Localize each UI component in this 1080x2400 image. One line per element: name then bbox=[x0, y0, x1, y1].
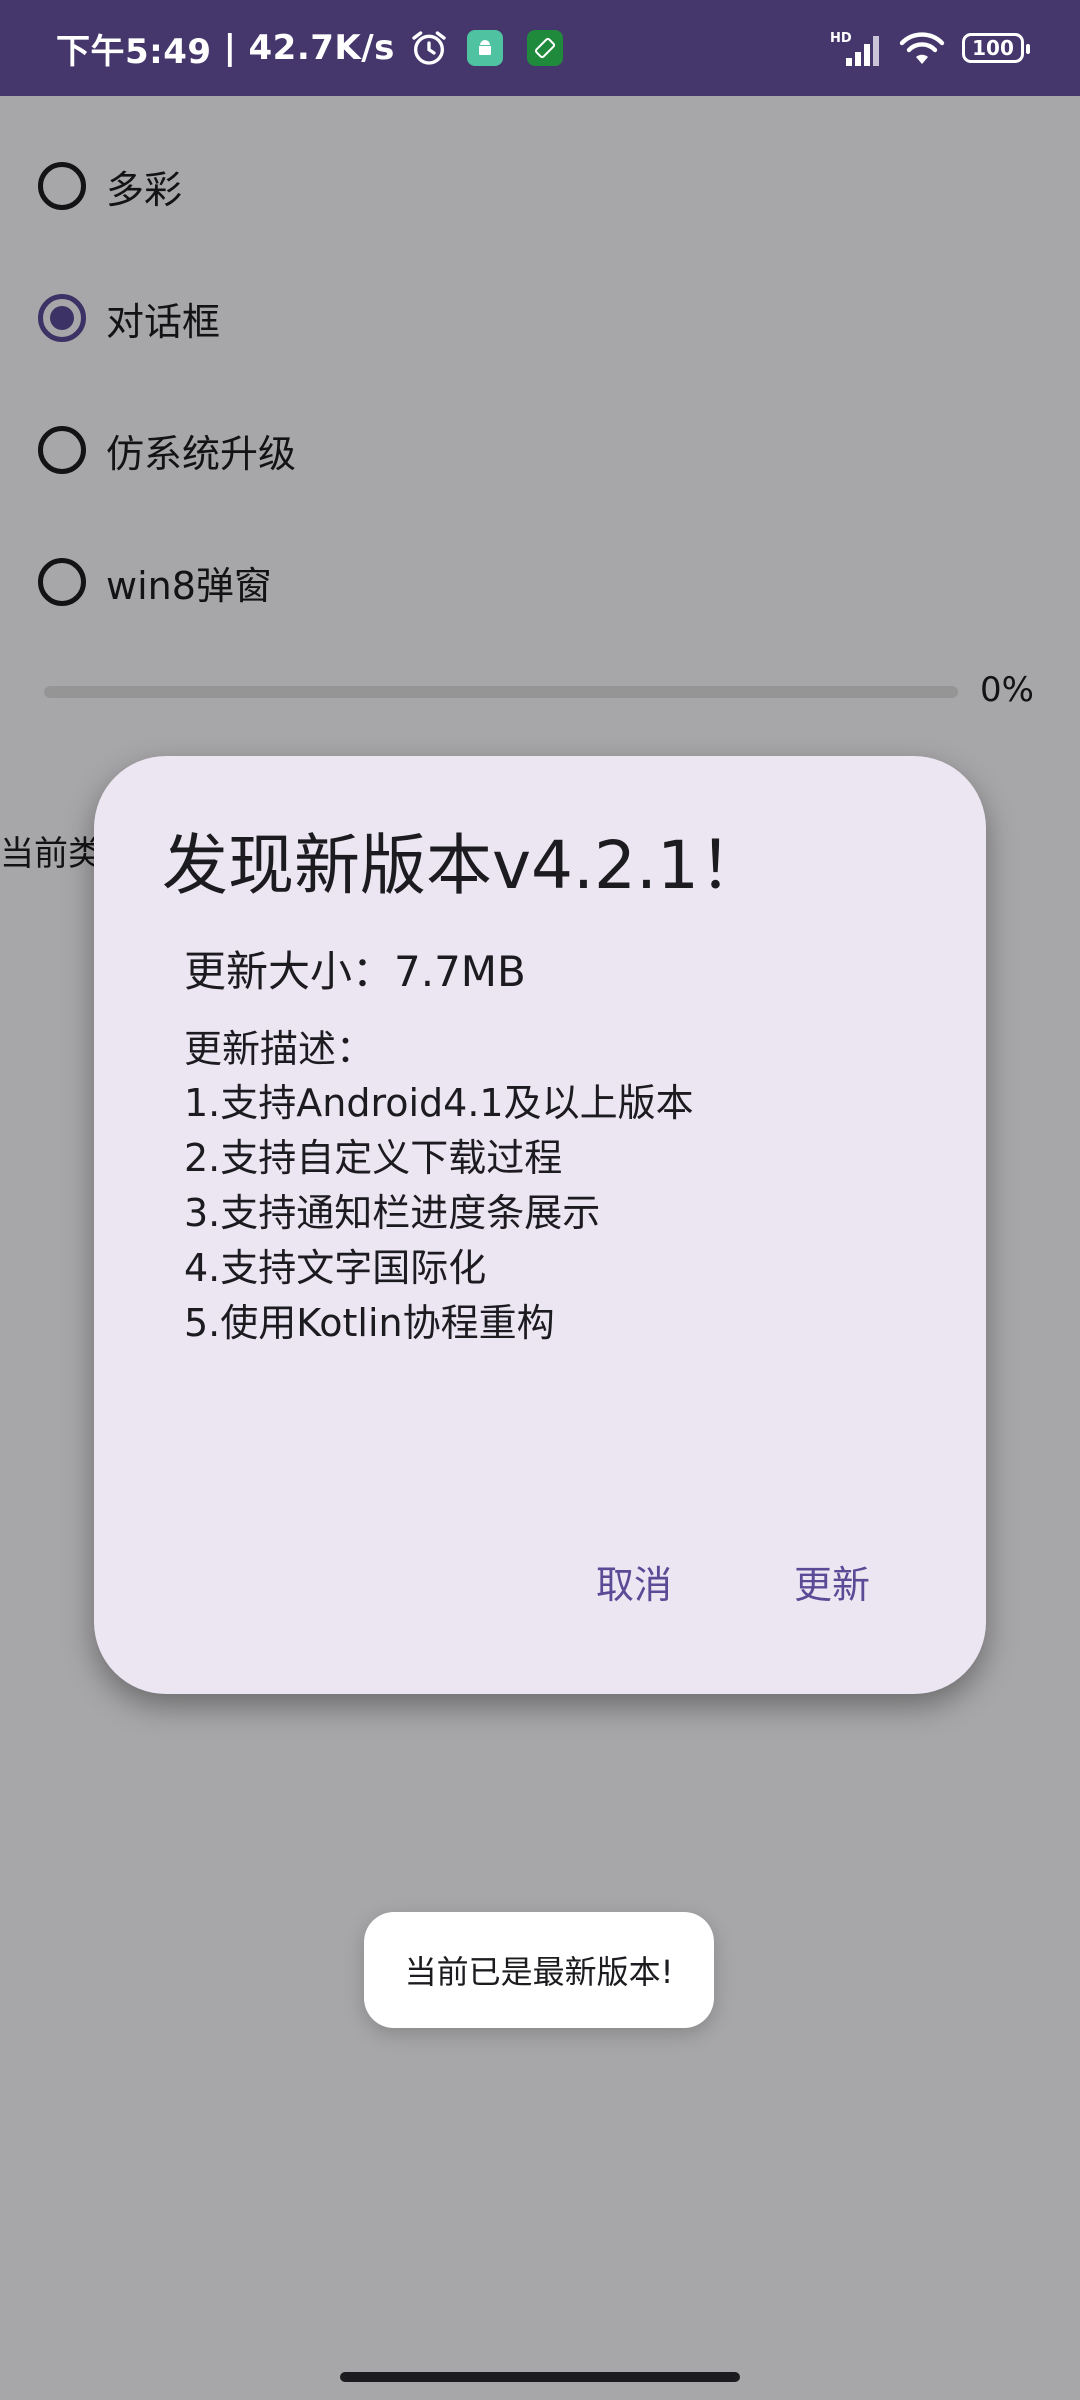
status-time: 下午5:49 bbox=[56, 31, 212, 72]
list-item: 5.使用Kotlin协程重构 bbox=[184, 1301, 555, 1345]
list-item: 2.支持自定义下载过程 bbox=[184, 1136, 563, 1180]
list-item: 3.支持通知栏进度条展示 bbox=[184, 1191, 601, 1235]
cancel-button[interactable]: 取消 bbox=[596, 1554, 672, 1609]
signal-icon: HD bbox=[830, 31, 879, 66]
status-left: 下午5:49 | 42.7K/s bbox=[56, 0, 563, 96]
battery-level: 100 bbox=[972, 36, 1014, 60]
update-description-title: 更新描述： bbox=[184, 1027, 375, 1071]
update-description-list: 1.支持Android4.1及以上版本 2.支持自定义下载过程 3.支持通知栏进… bbox=[184, 1076, 694, 1351]
update-size: 更新大小：7.7MB bbox=[184, 947, 526, 996]
status-bar: 下午5:49 | 42.7K/s HD 100 bbox=[0, 0, 1080, 96]
toast-text: 当前已是最新版本! bbox=[404, 1953, 674, 1991]
update-button[interactable]: 更新 bbox=[794, 1554, 870, 1609]
rotate-app-icon bbox=[526, 30, 563, 66]
dialog-title: 发现新版本v4.2.1！ bbox=[162, 827, 765, 904]
svg-text:HD: HD bbox=[830, 31, 852, 46]
android-app-icon bbox=[466, 30, 503, 66]
toast-message: 当前已是最新版本! bbox=[364, 1912, 714, 2028]
gesture-nav-handle[interactable] bbox=[340, 2372, 740, 2382]
alarm-icon bbox=[412, 31, 446, 65]
list-item: 1.支持Android4.1及以上版本 bbox=[184, 1081, 694, 1125]
status-right: HD 100 bbox=[830, 0, 1030, 96]
wifi-icon bbox=[899, 32, 945, 64]
update-dialog: 发现新版本v4.2.1！ 更新大小：7.7MB 更新描述： 1.支持Androi… bbox=[94, 756, 986, 1694]
list-item: 4.支持文字国际化 bbox=[184, 1246, 487, 1290]
network-speed: 42.7K/s bbox=[248, 28, 395, 68]
status-separator: | bbox=[223, 28, 237, 68]
battery-icon: 100 bbox=[962, 33, 1030, 63]
